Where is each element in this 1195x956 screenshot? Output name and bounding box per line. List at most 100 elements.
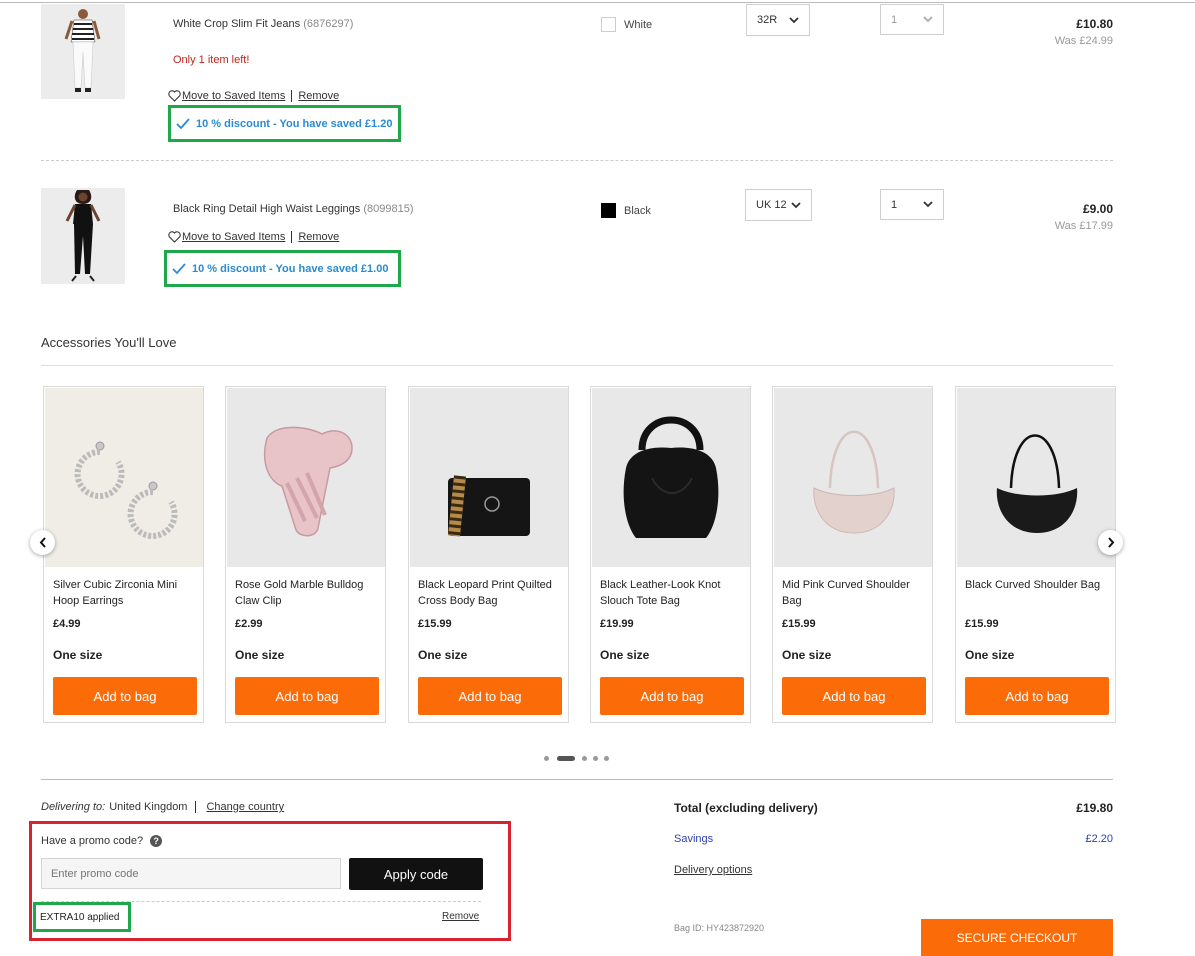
- chevron-down-icon: [923, 16, 933, 23]
- discount-text: 10 % discount - You have saved £1.00: [192, 262, 389, 275]
- check-icon: [172, 262, 186, 274]
- product-image[interactable]: [957, 388, 1115, 567]
- product-card: Rose Gold Marble Bulldog Claw Clip £2.99…: [225, 386, 386, 723]
- chevron-left-icon: [39, 537, 46, 548]
- help-icon[interactable]: ?: [150, 835, 163, 847]
- heart-icon[interactable]: [168, 90, 181, 102]
- delivery-label: Delivering to:: [41, 801, 106, 813]
- carousel-next-button[interactable]: [1098, 530, 1123, 555]
- section-title: Accessories You'll Love: [41, 335, 177, 350]
- product-size: One size: [235, 648, 285, 662]
- size-value: UK 12: [756, 199, 787, 211]
- colour-swatch-black: [601, 203, 616, 218]
- item-name[interactable]: Black Ring Detail High Waist Leggings (8…: [173, 203, 414, 215]
- product-price: £15.99: [782, 618, 816, 630]
- colour-label: White: [624, 19, 653, 31]
- carousel-dot[interactable]: [544, 756, 549, 761]
- remove-promo-link[interactable]: Remove: [442, 911, 479, 922]
- item-divider: [41, 160, 1113, 161]
- product-name[interactable]: Black Curved Shoulder Bag: [965, 577, 1113, 593]
- item-price: £10.80: [1076, 17, 1113, 31]
- move-to-saved-link[interactable]: Move to Saved Items: [182, 90, 285, 102]
- carousel-dot[interactable]: [604, 756, 609, 761]
- product-price: £15.99: [418, 618, 452, 630]
- divider: [291, 231, 293, 243]
- product-price: £19.99: [600, 618, 634, 630]
- add-to-bag-button[interactable]: Add to bag: [53, 677, 197, 715]
- product-size: One size: [782, 648, 832, 662]
- low-stock-notice: Only 1 item left!: [173, 54, 250, 66]
- chevron-down-icon: [789, 16, 799, 23]
- product-image[interactable]: [592, 388, 750, 567]
- product-card: Silver Cubic Zirconia Mini Hoop Earrings…: [43, 386, 204, 723]
- product-image[interactable]: [227, 388, 385, 567]
- carousel-dot[interactable]: [593, 756, 598, 761]
- heart-icon[interactable]: [168, 231, 181, 243]
- applied-code-badge: EXTRA10 applied: [33, 902, 131, 932]
- product-size: One size: [53, 648, 103, 662]
- carousel-dot-active[interactable]: [557, 756, 575, 761]
- move-to-saved-link[interactable]: Move to Saved Items: [182, 231, 285, 243]
- quantity-select[interactable]: 1: [880, 4, 944, 35]
- add-to-bag-button[interactable]: Add to bag: [418, 677, 562, 715]
- delivery-options-link[interactable]: Delivery options: [674, 864, 752, 876]
- product-image-jeans[interactable]: [41, 4, 125, 99]
- add-to-bag-button[interactable]: Add to bag: [782, 677, 926, 715]
- section-divider: [41, 365, 1113, 366]
- bag-id: Bag ID: HY423872920: [674, 923, 765, 933]
- total-value: £19.80: [1076, 801, 1113, 815]
- secure-checkout-button[interactable]: SECURE CHECKOUT: [921, 919, 1113, 956]
- quantity-value: 1: [891, 13, 898, 26]
- product-name[interactable]: Silver Cubic Zirconia Mini Hoop Earrings: [53, 577, 201, 609]
- discount-badge: 10 % discount - You have saved £1.20: [168, 105, 401, 142]
- add-to-bag-button[interactable]: Add to bag: [965, 677, 1109, 715]
- product-size: One size: [600, 648, 650, 662]
- product-price: £4.99: [53, 618, 81, 630]
- product-image[interactable]: [774, 388, 932, 567]
- chevron-down-icon: [791, 201, 801, 208]
- product-size: One size: [418, 648, 468, 662]
- product-card: Black Leopard Print Quilted Cross Body B…: [408, 386, 569, 723]
- check-icon: [176, 117, 190, 129]
- product-name[interactable]: Black Leather-Look Knot Slouch Tote Bag: [600, 577, 748, 609]
- colour-swatch-white: [601, 17, 616, 32]
- item-name[interactable]: White Crop Slim Fit Jeans (6876297): [173, 18, 353, 30]
- carousel-prev-button[interactable]: [30, 530, 55, 555]
- delivery-info: Delivering to: United Kingdom Change cou…: [41, 801, 284, 813]
- size-select[interactable]: 32R: [746, 4, 810, 36]
- promo-code-input[interactable]: [41, 858, 341, 889]
- product-price: £2.99: [235, 618, 263, 630]
- quantity-select[interactable]: 1: [880, 189, 944, 220]
- add-to-bag-button[interactable]: Add to bag: [600, 677, 744, 715]
- discount-text: 10 % discount - You have saved £1.20: [196, 117, 393, 130]
- delivery-country: United Kingdom: [109, 801, 188, 813]
- promo-label: Have a promo code? ?: [41, 835, 163, 847]
- divider: [291, 90, 293, 102]
- total-label: Total (excluding delivery): [674, 801, 818, 815]
- apply-code-button[interactable]: Apply code: [349, 858, 483, 890]
- chevron-down-icon: [923, 201, 933, 208]
- quantity-value: 1: [891, 198, 898, 211]
- savings-value: £2.20: [1085, 833, 1113, 845]
- product-card: Black Curved Shoulder Bag £15.99 One siz…: [955, 386, 1116, 723]
- item-actions: Move to Saved Items Remove: [168, 231, 339, 243]
- discount-badge: 10 % discount - You have saved £1.00: [164, 250, 401, 287]
- product-card: Mid Pink Curved Shoulder Bag £15.99 One …: [772, 386, 933, 723]
- product-name[interactable]: Black Leopard Print Quilted Cross Body B…: [418, 577, 566, 609]
- item-price: £9.00: [1082, 202, 1113, 216]
- product-image[interactable]: [410, 388, 568, 567]
- product-name[interactable]: Mid Pink Curved Shoulder Bag: [782, 577, 930, 609]
- carousel-dot[interactable]: [582, 756, 587, 761]
- add-to-bag-button[interactable]: Add to bag: [235, 677, 379, 715]
- divider: [195, 801, 197, 813]
- product-image[interactable]: [45, 388, 203, 567]
- remove-item-link[interactable]: Remove: [298, 90, 339, 102]
- product-size: One size: [965, 648, 1015, 662]
- product-name[interactable]: Rose Gold Marble Bulldog Claw Clip: [235, 577, 383, 609]
- savings-label: Savings: [674, 833, 714, 845]
- size-select[interactable]: UK 12: [745, 189, 812, 221]
- item-was-price: Was £17.99: [1054, 220, 1113, 232]
- product-image-leggings[interactable]: [41, 188, 125, 284]
- remove-item-link[interactable]: Remove: [298, 231, 339, 243]
- change-country-link[interactable]: Change country: [206, 801, 284, 813]
